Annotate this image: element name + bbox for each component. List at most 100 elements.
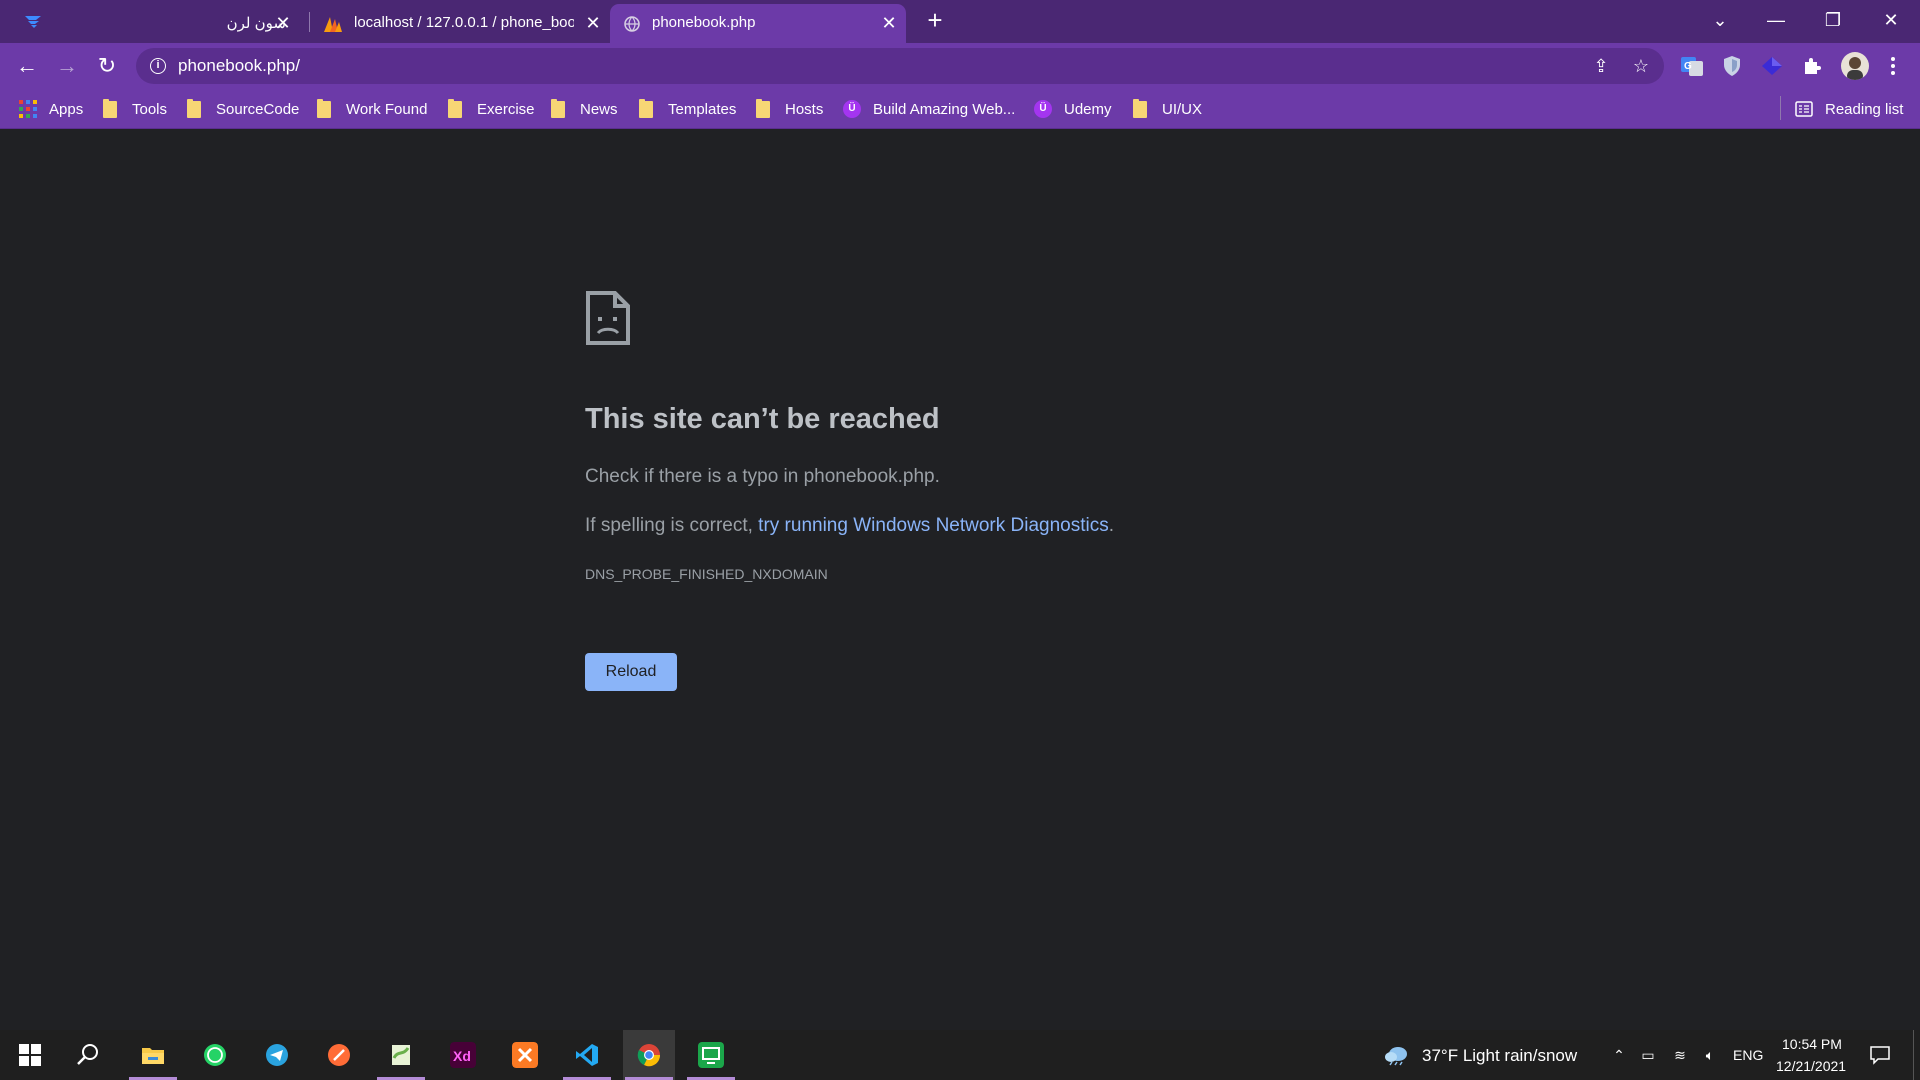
udemy-icon: Ü [843,100,861,118]
vscode-icon [576,1044,598,1066]
browser-toolbar: ← → ↻ i phonebook.php/ ⇪ ☆ G [0,43,1920,89]
clock-time[interactable]: 10:54 PM [1782,1036,1842,1052]
notifications-icon[interactable] [1869,1045,1891,1065]
tab-phonebook-active[interactable]: phonebook.php ✕ [610,4,906,43]
tab-search-chevron-icon[interactable]: ⌄ [1705,6,1735,34]
more-menu-icon[interactable] [1883,52,1903,80]
folder-icon [551,98,565,118]
taskbar-search-button[interactable] [62,1030,114,1080]
xd-label: Xd [453,1048,471,1064]
globe-icon [624,16,640,32]
diamond-extension-icon[interactable] [1760,54,1784,78]
restore-button[interactable]: ❐ [1818,6,1848,34]
forward-button[interactable]: → [53,52,81,80]
error-page: This site can’t be reached Check if ther… [0,130,1920,1030]
tab-phpmyadmin[interactable]: localhost / 127.0.0.1 / phone_book ✕ [310,4,610,43]
bookmark-sourcecode[interactable]: SourceCode [187,97,299,121]
bookmark-news[interactable]: News [551,97,618,121]
bookmark-exercise[interactable]: Exercise [448,97,535,121]
svg-text:G: G [1684,61,1692,72]
volume-icon[interactable]: 🔈︎ [1700,1046,1720,1064]
wifi-icon[interactable]: ≋ [1670,1046,1690,1064]
telegram-icon [266,1044,288,1066]
site-info-icon[interactable]: i [150,58,166,74]
bookmark-label: UI/UX [1162,100,1203,118]
tab-strip: سون لرن ✕ localhost / 127.0.0.1 / phone_… [0,0,1920,43]
bookmark-apps[interactable]: Apps [19,97,83,121]
bookmark-tools[interactable]: Tools [103,97,167,121]
address-url[interactable]: phonebook.php/ [178,56,300,76]
bookmark-label: Udemy [1064,100,1112,118]
folder-icon [639,98,653,118]
clock-date[interactable]: 12/21/2021 [1776,1058,1846,1074]
file-explorer-icon [142,1048,164,1064]
address-bar[interactable]: i phonebook.php/ ⇪ ☆ [136,48,1664,84]
reload-button[interactable]: Reload [585,653,677,691]
phpmyadmin-icon [324,17,342,32]
taskbar-remote-desktop[interactable] [685,1030,737,1080]
shield-extension-icon[interactable] [1720,54,1744,78]
error-diagnostics-prefix: If spelling is correct, [585,515,759,536]
show-hidden-icons-chevron-icon[interactable]: ⌃ [1609,1046,1629,1064]
reading-list-button[interactable]: Reading list [1795,97,1903,121]
show-desktop-button[interactable] [1913,1030,1914,1080]
bookmark-label: Work Found [346,100,428,118]
reload-icon[interactable]: ↻ [93,52,121,80]
close-tab-icon[interactable]: ✕ [880,14,898,32]
close-tab-icon[interactable]: ✕ [274,14,292,32]
tab-sevenlearn[interactable]: سون لرن ✕ [160,4,300,43]
google-translate-extension-icon[interactable]: G [1680,54,1704,78]
windows-taskbar: Xd 37°F Light rain/snow ⌃ ▭ ≋ 🔈︎ ENG 10:… [0,1030,1920,1080]
bookmark-build-amazing-web[interactable]: Ü Build Amazing Web... [843,97,1015,121]
new-tab-button[interactable]: + [922,7,948,34]
bookmark-ui-ux[interactable]: UI/UX [1133,97,1202,121]
folder-icon [317,98,331,118]
taskbar-postman[interactable] [313,1030,365,1080]
bookmarks-bar: Apps Tools SourceCode Work Found Exercis… [0,89,1920,129]
weather-cloud-icon[interactable] [1383,1044,1411,1066]
network-diagnostics-link[interactable]: try running Windows Network Diagnostics [758,515,1109,536]
postman-icon [328,1044,350,1066]
taskbar-file-explorer[interactable] [127,1030,179,1080]
taskbar-vscode[interactable] [561,1030,613,1080]
notepadpp-icon [392,1045,410,1065]
whatsapp-icon [204,1044,226,1066]
battery-icon[interactable]: ▭ [1638,1046,1658,1064]
close-window-button[interactable]: ✕ [1876,6,1906,34]
adobe-xd-icon: Xd [450,1042,476,1068]
profile-avatar[interactable] [1841,52,1869,80]
bookmark-label: Exercise [477,100,535,118]
close-tab-icon[interactable]: ✕ [584,14,602,32]
folder-icon [756,98,770,118]
language-indicator[interactable]: ENG [1733,1047,1763,1063]
taskbar-whatsapp[interactable] [189,1030,241,1080]
search-icon [77,1044,98,1065]
bookmark-templates[interactable]: Templates [639,97,736,121]
folder-icon [448,98,462,118]
folder-icon [1133,98,1147,118]
error-title: This site can’t be reached [585,403,940,435]
taskbar-notepadpp[interactable] [375,1030,427,1080]
apps-grid-icon [19,100,37,118]
start-button[interactable] [4,1030,56,1080]
share-icon[interactable]: ⇪ [1590,55,1612,77]
bookmark-hosts[interactable]: Hosts [756,97,823,121]
taskbar-xampp[interactable] [499,1030,551,1080]
minimize-button[interactable]: — [1761,6,1791,34]
bookmark-udemy[interactable]: Ü Udemy [1034,97,1112,121]
bookmark-star-icon[interactable]: ☆ [1630,55,1652,77]
weather-text[interactable]: 37°F Light rain/snow [1422,1046,1577,1066]
xampp-icon [512,1042,538,1068]
bookmark-label: SourceCode [216,100,300,118]
back-button[interactable]: ← [13,52,41,80]
taskbar-telegram[interactable] [251,1030,303,1080]
extensions-puzzle-icon[interactable] [1800,54,1824,78]
sevenlearn-logo-icon[interactable] [22,10,46,34]
taskbar-chrome[interactable] [623,1030,675,1080]
remote-desktop-icon [698,1042,724,1068]
sad-document-icon [586,291,630,345]
tab-title: phonebook.php [652,14,756,31]
taskbar-adobe-xd[interactable]: Xd [437,1030,489,1080]
bookmark-work-found[interactable]: Work Found [317,97,427,121]
tab-title: localhost / 127.0.0.1 / phone_book [354,14,574,31]
